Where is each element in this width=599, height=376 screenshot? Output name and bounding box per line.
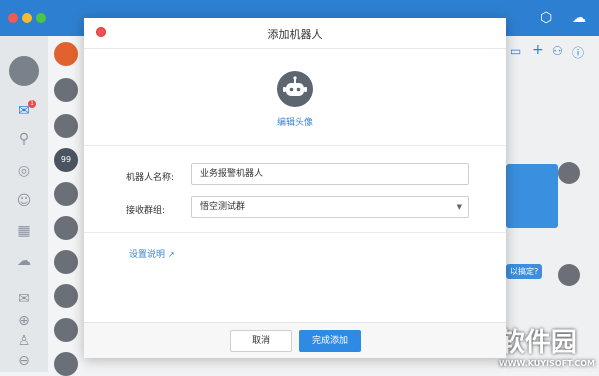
chat-avatar[interactable] [54,284,78,308]
message-bubble: 以搞定? [506,264,543,279]
dialog-title: 添加机器人 [267,28,323,41]
info-icon[interactable]: ⓘ [572,44,584,61]
chat-avatar[interactable] [54,352,78,376]
folder-icon[interactable]: ▭ [510,44,521,58]
external-link-icon: ↗ [167,250,175,259]
message-bubble [506,164,558,228]
chat-avatar[interactable] [54,250,78,274]
bell-icon[interactable]: ♙ [15,332,33,350]
left-nav-rail: ✉ 1 ⚲ ◎ ☺ ▦ ☁ ✉ ⊕ ♙ ⊖ [0,36,49,372]
robot-name-input[interactable]: 业务报警机器人 [191,163,469,185]
org-icon[interactable]: ◎ [15,162,33,180]
add-icon[interactable]: ⊕ [15,312,33,330]
chat-list: 99 [48,36,84,376]
chat-avatar[interactable] [54,216,78,240]
help-link[interactable]: 设置说明 ↗ [129,247,175,260]
window-close-dot[interactable] [8,13,18,23]
help-link-label: 设置说明 [129,250,166,260]
chat-avatar[interactable] [54,42,78,66]
cancel-button[interactable]: 取消 [230,330,292,352]
divider [84,145,506,146]
robot-name-label: 机器人名称: [126,173,175,183]
edit-avatar-link[interactable]: 编辑头像 [84,115,506,128]
cloud-upload-icon[interactable]: ☁ [572,10,586,26]
window-zoom-dot[interactable] [36,13,46,23]
apps-grid-icon[interactable]: ▦ [15,222,33,240]
add-member-icon[interactable]: ⚇ [552,44,563,58]
receive-group-label: 接收群组: [126,206,166,216]
sender-avatar [558,162,580,184]
receive-group-value: 悟空测试群 [200,202,246,212]
chat-avatar[interactable] [54,318,78,342]
robot-icon [283,76,307,96]
divider [84,232,506,233]
add-robot-dialog: 添加机器人 编辑头像 机器人名称: 业务报警机器人 接收群组: 悟空测试群 ▼ … [84,18,506,358]
sender-avatar [558,264,580,286]
cloud-icon[interactable]: ☁ [15,252,33,270]
receive-group-select[interactable]: 悟空测试群 ▼ [191,196,469,218]
chat-avatar[interactable] [54,182,78,206]
chat-avatar[interactable] [54,114,78,138]
window-minimize-dot[interactable] [22,13,32,23]
chat-avatar[interactable]: 99 [54,148,78,172]
plus-icon[interactable]: + [532,42,544,58]
chat-avatar[interactable] [54,78,78,102]
cube-icon[interactable]: ⬡ [540,10,552,26]
pin-icon[interactable]: ⚲ [15,130,33,148]
unread-badge: 1 [28,100,36,108]
dialog-footer: 取消 完成添加 [84,322,506,358]
chevron-down-icon: ▼ [456,203,462,211]
robot-avatar[interactable] [277,71,313,107]
mail-icon[interactable]: ✉ [15,290,33,308]
contacts-icon[interactable]: ☺ [15,192,33,210]
dialog-header: 添加机器人 [84,18,506,49]
more-icon[interactable]: ⊖ [15,352,33,370]
watermark: 软件园 WWW.KUYISOFT.COM [498,328,595,368]
user-avatar[interactable] [9,56,39,86]
confirm-add-button[interactable]: 完成添加 [299,330,361,352]
